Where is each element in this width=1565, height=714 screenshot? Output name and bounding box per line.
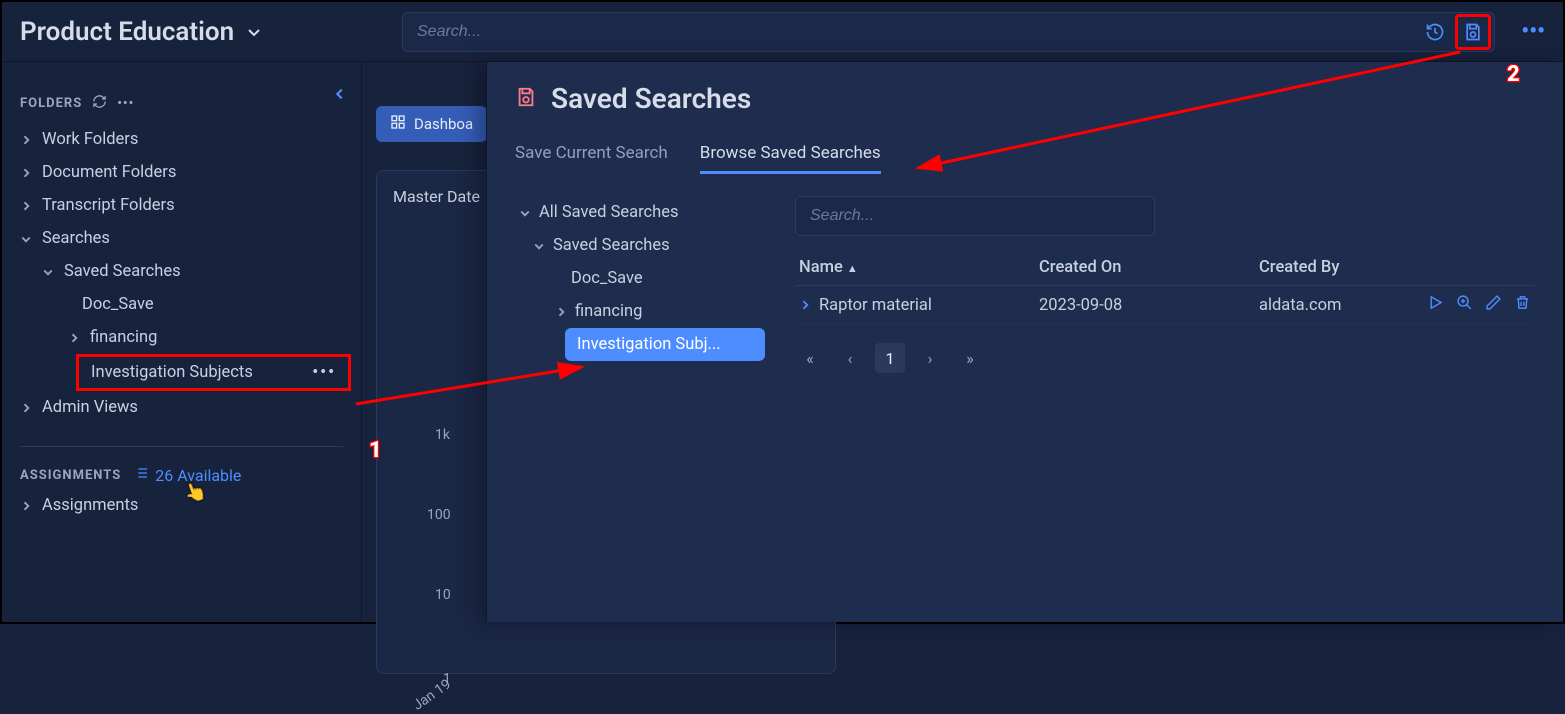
mini-tree-all-saved-searches[interactable]: All Saved Searches xyxy=(515,196,765,229)
tree-item-saved-searches[interactable]: Saved Searches xyxy=(2,255,361,288)
grid-header-row: Name▲ Created On Created By xyxy=(795,250,1535,286)
axis-label: Jan 19 xyxy=(410,676,454,713)
row-name-text: Raptor material xyxy=(819,296,932,315)
tree-item-investigation-subjects[interactable]: Investigation Subjects ••• xyxy=(76,354,351,391)
global-search-input[interactable] xyxy=(402,12,1495,52)
col-created-by[interactable]: Created By xyxy=(1259,258,1371,277)
tab-save-current-search[interactable]: Save Current Search xyxy=(515,143,668,174)
product-title-dropdown[interactable]: Product Education xyxy=(2,17,362,47)
chevron-right-icon xyxy=(20,402,32,414)
axis-label: 100 xyxy=(427,507,451,523)
grid-search-input[interactable] xyxy=(795,196,1155,236)
chevron-right-icon[interactable] xyxy=(799,299,811,311)
pager-last-icon[interactable]: » xyxy=(955,343,985,373)
pagination: « ‹ 1 › » xyxy=(795,343,1535,373)
pager-prev-icon[interactable]: ‹ xyxy=(835,343,865,373)
tree-item-transcript-folders[interactable]: Transcript Folders xyxy=(2,189,361,222)
zoom-in-icon[interactable] xyxy=(1456,294,1473,316)
chevron-right-icon xyxy=(20,200,32,212)
mini-tree-saved-searches[interactable]: Saved Searches xyxy=(515,229,765,262)
chevron-down-icon xyxy=(533,240,545,252)
grid-row[interactable]: Raptor material 2023-09-08 aldata.com xyxy=(795,286,1535,325)
tree-item-doc-save[interactable]: Doc_Save xyxy=(2,288,361,321)
axis-label: 10 xyxy=(435,587,451,603)
col-name[interactable]: Name▲ xyxy=(799,258,1039,277)
tree-item-searches[interactable]: Searches xyxy=(2,222,361,255)
header-more-menu[interactable]: ••• xyxy=(1503,19,1563,44)
callout-number-1: 1 xyxy=(369,438,382,463)
chevron-down-icon xyxy=(246,17,262,47)
mini-tree-doc-save[interactable]: Doc_Save xyxy=(515,262,765,295)
tree-item-document-folders[interactable]: Document Folders xyxy=(2,156,361,189)
row-created-on: 2023-09-08 xyxy=(1039,296,1259,315)
chevron-right-icon xyxy=(68,332,80,344)
refresh-icon[interactable] xyxy=(92,94,107,113)
delete-icon[interactable] xyxy=(1514,294,1531,316)
col-created-on[interactable]: Created On xyxy=(1039,258,1259,277)
mini-tree-financing[interactable]: financing xyxy=(515,295,765,328)
tree-item-work-folders[interactable]: Work Folders xyxy=(2,123,361,156)
save-icon xyxy=(515,82,537,115)
mini-tree-investigation-subjects[interactable]: Investigation Subj... xyxy=(565,328,765,361)
assignments-available-link[interactable]: 26 Available xyxy=(133,465,241,485)
tab-browse-saved-searches[interactable]: Browse Saved Searches xyxy=(700,143,881,174)
folders-section-label: FOLDERS xyxy=(20,96,82,111)
callout-number-2: 2 xyxy=(1507,62,1520,87)
dashboard-icon xyxy=(390,114,406,134)
pager-next-icon[interactable]: › xyxy=(915,343,945,373)
sidebar-collapse-icon[interactable] xyxy=(333,86,347,105)
product-title-text: Product Education xyxy=(20,17,234,47)
tree-item-assignments[interactable]: Assignments xyxy=(2,489,361,522)
list-icon xyxy=(133,465,149,485)
chevron-right-icon xyxy=(555,306,567,318)
chevron-right-icon xyxy=(20,500,32,512)
divider xyxy=(20,446,343,447)
sort-asc-icon: ▲ xyxy=(847,262,858,275)
save-search-icon[interactable] xyxy=(1455,14,1491,50)
dashboard-button[interactable]: Dashboa xyxy=(376,106,487,142)
chevron-down-icon xyxy=(42,266,54,278)
chevron-right-icon xyxy=(20,134,32,146)
panel-title-text: Saved Searches xyxy=(551,82,751,115)
saved-searches-panel: Saved Searches Save Current Search Brows… xyxy=(486,62,1563,622)
chevron-down-icon xyxy=(20,233,32,245)
axis-label: 1k xyxy=(435,427,450,443)
chevron-down-icon xyxy=(519,207,531,219)
pager-page-1[interactable]: 1 xyxy=(875,343,905,373)
assignments-section-label: ASSIGNMENTS xyxy=(20,468,121,483)
tree-item-more-icon[interactable]: ••• xyxy=(312,363,336,382)
search-history-icon[interactable] xyxy=(1417,14,1453,50)
tree-item-admin-views[interactable]: Admin Views xyxy=(2,391,361,424)
folders-more-icon[interactable]: ••• xyxy=(117,96,134,111)
tree-item-financing[interactable]: financing xyxy=(2,321,361,354)
play-icon[interactable] xyxy=(1427,294,1444,316)
row-created-by: aldata.com xyxy=(1259,296,1371,315)
edit-icon[interactable] xyxy=(1485,294,1502,316)
chevron-right-icon xyxy=(20,167,32,179)
pager-first-icon[interactable]: « xyxy=(795,343,825,373)
